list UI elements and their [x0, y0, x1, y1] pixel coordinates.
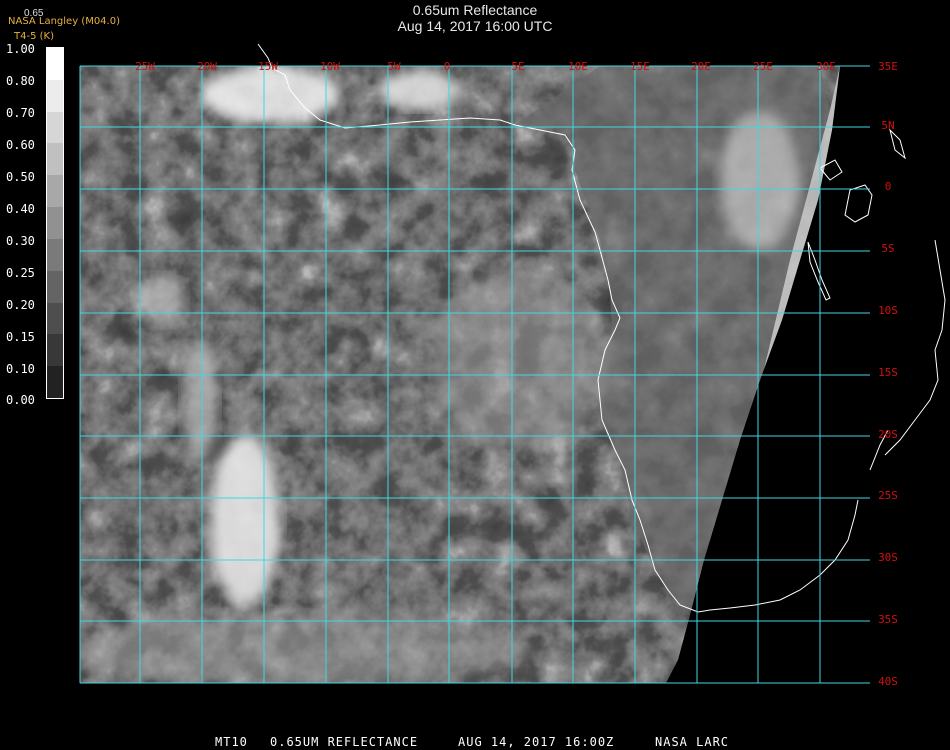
- longitude-label: 25E: [753, 60, 773, 73]
- colorbar-tick-label: 0.20: [6, 298, 35, 312]
- colorbar-step: [47, 207, 63, 239]
- colorbar-tick-label: 0.15: [6, 330, 35, 344]
- colorbar-tick-label: 0.30: [6, 234, 35, 248]
- longitude-label: 20E: [691, 60, 711, 73]
- colorbar-step: [47, 238, 63, 271]
- colorbar-tick-label: 0.10: [6, 362, 35, 376]
- latitude-label: 35E: [878, 60, 898, 73]
- image-timestamp: Aug 14, 2017 16:00 UTC: [397, 18, 553, 34]
- colorbar-step: [47, 366, 63, 398]
- satellite-map: 25W 20W 15W 10W 5W 0 5E 10E 15E 20E 25E 30E 35E 5N 0 5…: [79, 43, 946, 688]
- colorbar-step: [47, 111, 63, 144]
- colorbar-tick-label: 0.50: [6, 170, 35, 184]
- colorbar-tick-label: 0.25: [6, 266, 35, 280]
- colorbar-tick-label: 0.40: [6, 202, 35, 216]
- footer-product: MT10: [215, 735, 248, 749]
- longitude-label: 30E: [816, 60, 836, 73]
- colorbar-step: [47, 270, 63, 303]
- latitude-label: 0: [885, 180, 892, 193]
- colorbar-tick-label: 0.70: [6, 106, 35, 120]
- latitude-label: 30S: [878, 551, 898, 564]
- longitude-label: 10E: [568, 60, 588, 73]
- colorbar-step: [47, 302, 63, 335]
- provider-label: NASA Langley (M04.0): [8, 16, 120, 27]
- longitude-label: 5E: [511, 60, 524, 73]
- latitude-label: 40S: [878, 675, 898, 688]
- colorbar-step: [47, 334, 63, 367]
- colorbar-tick-label: 0.60: [6, 138, 35, 152]
- colorbar-tick-label: 0.00: [6, 393, 35, 407]
- image-title: 0.65um Reflectance: [412, 2, 538, 18]
- imagery-layer: [80, 66, 840, 683]
- colorbar: [46, 47, 64, 399]
- longitude-label: 15W: [258, 60, 278, 73]
- longitude-label: 25W: [135, 60, 155, 73]
- colorbar-tick-label: 1.00: [6, 42, 35, 56]
- latitude-label: 5N: [881, 119, 894, 132]
- longitude-label: 5W: [387, 60, 401, 73]
- colorbar-tick-label: 0.80: [6, 74, 35, 88]
- latitude-label: 5S: [881, 242, 894, 255]
- longitude-label: 0: [444, 60, 451, 73]
- colorbar-step: [47, 175, 63, 208]
- longitude-label: 20W: [197, 60, 217, 73]
- footer-datetime: AUG 14, 2017 16:00Z: [458, 735, 615, 749]
- footer-bar: MT10 0.65UM REFLECTANCE AUG 14, 2017 16:…: [0, 735, 950, 750]
- colorbar-step: [47, 79, 63, 112]
- footer-band: 0.65UM REFLECTANCE: [270, 735, 419, 749]
- channel-label: T4-5 (K): [14, 31, 54, 42]
- latitude-label: 35S: [878, 613, 898, 626]
- longitude-label: 10W: [320, 60, 340, 73]
- latitude-label: 20S: [878, 428, 898, 441]
- longitude-label: 15E: [630, 60, 650, 73]
- colorbar-step: [47, 48, 63, 80]
- latitude-labels: 35E 5N 0 5S 10S 15S 20S 25S 30S 35S 40S: [878, 60, 898, 688]
- latitude-label: 25S: [878, 489, 898, 502]
- latitude-label: 15S: [878, 366, 898, 379]
- colorbar-step: [47, 143, 63, 176]
- latitude-label: 10S: [878, 304, 898, 317]
- footer-source: NASA LARC: [655, 735, 730, 749]
